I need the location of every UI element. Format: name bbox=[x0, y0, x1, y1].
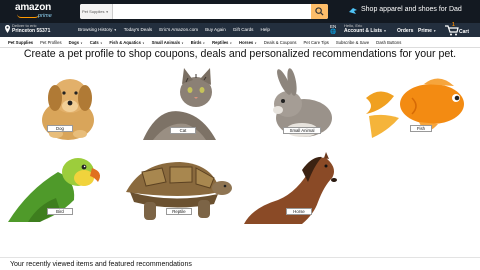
orders-link[interactable]: Orders bbox=[397, 28, 413, 34]
pet-tile-small-animal[interactable]: Small Animal bbox=[258, 68, 344, 140]
chevron-down-icon: ▼ bbox=[142, 42, 145, 45]
subnav-pet-profiles[interactable]: Pet Profiles bbox=[40, 40, 61, 45]
chevron-down-icon: ▼ bbox=[433, 29, 437, 33]
deliver-line2: Princeton 55371 bbox=[12, 28, 51, 34]
chevron-down-icon: ▼ bbox=[99, 42, 103, 45]
pet-label-cat: Cat bbox=[170, 127, 196, 134]
nav-link-erics-amazon[interactable]: Eric's Amazon.com bbox=[159, 27, 198, 32]
chevron-down-icon: ▼ bbox=[229, 42, 233, 45]
subnav-cats[interactable]: Cats ▼ bbox=[90, 40, 103, 45]
chevron-down-icon: ▼ bbox=[80, 42, 83, 45]
prime-link[interactable]: Prime ▼ bbox=[418, 28, 436, 34]
cart-label: Cart bbox=[459, 29, 470, 35]
subnav-dogs[interactable]: Dogs ▼ bbox=[69, 40, 83, 45]
subnav-horses[interactable]: Horses ▼ bbox=[239, 40, 257, 45]
pet-label-small-animal: Small Animal bbox=[283, 127, 321, 134]
subnav-small-animals[interactable]: Small Animals ▼ bbox=[152, 40, 184, 45]
promo-text: Shop apparel and shoes for Dad bbox=[361, 6, 462, 13]
pet-tile-cat[interactable]: Cat bbox=[138, 66, 228, 142]
pet-tile-reptile[interactable]: Reptile bbox=[122, 158, 234, 224]
subnav-birds[interactable]: Birds ▼ bbox=[191, 40, 205, 45]
pet-tile-horse[interactable]: Horse bbox=[242, 152, 342, 224]
search-category-label: Pet Supplies bbox=[82, 9, 105, 14]
pet-label-reptile: Reptile bbox=[166, 208, 192, 215]
promo-banner[interactable]: Shop apparel and shoes for Dad bbox=[348, 5, 480, 19]
nav-links: Browsing History ▼ Today's Deals Eric's … bbox=[78, 27, 270, 32]
search-bar: Pet Supplies ▼ bbox=[80, 4, 328, 19]
logo-text: amazon bbox=[15, 2, 52, 13]
chevron-down-icon: ▼ bbox=[113, 28, 117, 32]
top-nav: amazon prime Pet Supplies ▼ Shop apparel… bbox=[0, 0, 480, 23]
subnav-items: Pet Supplies Pet Profiles Dogs ▼ Cats ▼ … bbox=[8, 40, 401, 45]
pet-label-horse: Horse bbox=[286, 208, 312, 215]
nav-link-help[interactable]: Help bbox=[260, 27, 269, 32]
secondary-nav: Deliver to eric Princeton 55371 Browsing… bbox=[0, 22, 480, 37]
recently-viewed-heading: Your recently viewed items and featured … bbox=[10, 261, 192, 268]
footer-divider bbox=[0, 257, 480, 258]
account-lists-link[interactable]: Account & Lists ▼ bbox=[344, 28, 386, 34]
pet-tile-dog[interactable]: Dog bbox=[18, 68, 110, 140]
pet-label-bird: Bird bbox=[47, 208, 73, 215]
chevron-down-icon: ▼ bbox=[181, 42, 184, 45]
bird-promo-icon bbox=[349, 8, 357, 14]
page-title: Create a pet profile to shop coupons, de… bbox=[23, 48, 457, 60]
chevron-down-icon: ▼ bbox=[202, 42, 206, 45]
chevron-down-icon: ▼ bbox=[383, 29, 387, 33]
globe-icon: 🌐 bbox=[330, 29, 337, 35]
subnav-pet-supplies[interactable]: Pet Supplies bbox=[8, 40, 33, 45]
amazon-logo[interactable]: amazon prime bbox=[15, 2, 61, 21]
search-icon bbox=[315, 7, 324, 16]
subnav-fish[interactable]: Fish & Aquatics ▼ bbox=[109, 40, 144, 45]
pet-label-dog: Dog bbox=[47, 125, 73, 132]
pet-tile-fish[interactable]: Fish bbox=[364, 68, 472, 140]
nav-link-browsing-history[interactable]: Browsing History ▼ bbox=[78, 27, 117, 32]
pet-tile-bird[interactable]: Bird bbox=[8, 150, 104, 222]
subnav-dash-buttons[interactable]: Dash Buttons bbox=[376, 40, 401, 45]
subnav-subscribe-save[interactable]: Subscribe & Save bbox=[336, 40, 369, 45]
search-category-select[interactable]: Pet Supplies ▼ bbox=[80, 4, 113, 19]
chevron-down-icon: ▼ bbox=[254, 42, 257, 45]
subnav-reptiles[interactable]: Reptiles ▼ bbox=[212, 40, 232, 45]
nav-link-todays-deals[interactable]: Today's Deals bbox=[124, 27, 152, 32]
search-input[interactable] bbox=[113, 4, 311, 19]
category-subnav: Pet Supplies Pet Profiles Dogs ▼ Cats ▼ … bbox=[0, 37, 480, 48]
cart-count: 1 bbox=[452, 22, 455, 28]
subnav-pet-care-tips[interactable]: Pet Care Tips bbox=[304, 40, 329, 45]
cart-button[interactable]: 1 Cart bbox=[445, 22, 475, 37]
pet-label-fish: Fish bbox=[410, 125, 432, 132]
logo-prime-text: prime bbox=[38, 13, 52, 19]
logo-smile-icon bbox=[17, 14, 39, 18]
subnav-deals-coupons[interactable]: Deals & Coupons bbox=[264, 40, 297, 45]
nav-link-gift-cards[interactable]: Gift Cards bbox=[233, 27, 254, 32]
chevron-down-icon: ▼ bbox=[105, 10, 109, 14]
nav-link-buy-again[interactable]: Buy Again bbox=[205, 27, 226, 32]
search-button[interactable] bbox=[311, 4, 328, 19]
location-pin-icon bbox=[5, 25, 10, 33]
